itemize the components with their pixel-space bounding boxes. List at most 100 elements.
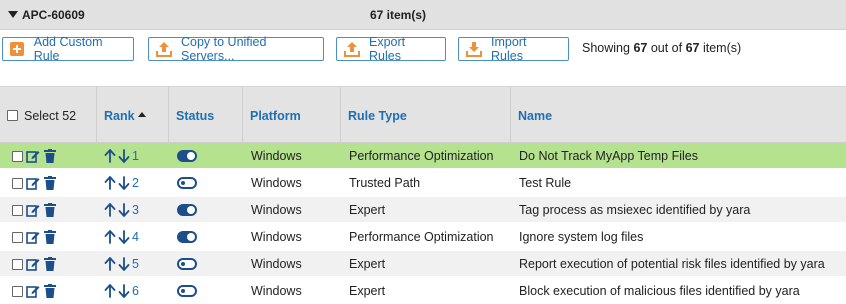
rank-number: 5 — [132, 257, 139, 271]
column-header-rank[interactable]: Rank — [97, 87, 169, 144]
delete-icon[interactable] — [43, 230, 57, 244]
table-row[interactable]: 6 Windows Expert Block execution of malicio… — [0, 278, 846, 304]
row-checkbox[interactable] — [12, 177, 23, 189]
copy-to-unified-servers-label: Copy to Unified Servers... — [181, 35, 267, 63]
edit-icon[interactable] — [26, 257, 40, 271]
edit-icon[interactable] — [26, 149, 40, 163]
row-checkbox[interactable] — [12, 258, 23, 270]
move-up-icon[interactable] — [103, 256, 117, 272]
move-up-icon[interactable] — [103, 283, 117, 299]
platform-cell: Windows — [251, 149, 302, 163]
edit-icon[interactable] — [26, 230, 40, 244]
copy-to-unified-servers-button[interactable]: Copy to Unified Servers... — [148, 35, 324, 63]
add-custom-rule-label: Add Custom Rule — [33, 35, 103, 63]
status-toggle[interactable] — [177, 231, 197, 243]
rule-name-cell: Block execution of malicious files ident… — [519, 284, 800, 298]
rule-type-cell: Performance Optimization — [349, 149, 494, 163]
delete-icon[interactable] — [43, 176, 57, 190]
rank-header-label: Rank — [104, 108, 135, 123]
status-toggle[interactable] — [177, 285, 197, 297]
rule-type-header-label: Rule Type — [348, 108, 407, 123]
table-row[interactable]: 5 Windows Expert Report execution of potent… — [0, 251, 846, 277]
rule-type-cell: Performance Optimization — [349, 230, 494, 244]
rule-type-cell: Expert — [349, 203, 386, 217]
move-down-icon[interactable] — [117, 283, 131, 299]
move-down-icon[interactable] — [117, 229, 131, 245]
row-actions — [12, 278, 57, 304]
group-header[interactable]: APC-60609 67 item(s) — [0, 0, 846, 30]
column-header-platform[interactable]: Platform — [243, 87, 341, 144]
rank-cell: 1 — [103, 143, 139, 169]
collapse-caret-icon[interactable] — [8, 11, 18, 18]
row-actions — [12, 224, 57, 250]
showing-suffix: item(s) — [699, 41, 742, 55]
status-toggle[interactable] — [177, 258, 197, 270]
status-toggle[interactable] — [177, 150, 197, 162]
edit-icon[interactable] — [26, 284, 40, 298]
row-actions — [12, 143, 57, 169]
group-name: APC-60609 — [22, 8, 85, 22]
row-actions — [12, 170, 57, 196]
edit-icon[interactable] — [26, 203, 40, 217]
rule-name-cell: Ignore system log files — [519, 230, 644, 244]
status-cell — [177, 251, 197, 277]
column-header-rule-type[interactable]: Rule Type — [341, 87, 511, 144]
rule-type-cell: Expert — [349, 257, 386, 271]
status-toggle[interactable] — [177, 177, 197, 189]
export-icon — [343, 40, 361, 58]
table-row[interactable]: 2 Windows Trusted Path Test Rule — [0, 170, 846, 196]
rank-number: 2 — [132, 176, 139, 190]
table-header: Select 52 Rank Status Platform Rule Type… — [0, 86, 846, 144]
select-all-label: Select 52 — [24, 108, 77, 123]
delete-icon[interactable] — [43, 149, 57, 163]
name-header-label: Name — [518, 108, 553, 123]
showing-prefix: Showing — [582, 41, 634, 55]
status-cell — [177, 197, 197, 223]
status-cell — [177, 143, 197, 169]
move-up-icon[interactable] — [103, 229, 117, 245]
move-down-icon[interactable] — [117, 148, 131, 164]
rank-cell: 6 — [103, 278, 139, 304]
column-header-status[interactable]: Status — [169, 87, 243, 144]
column-header-name[interactable]: Name — [511, 87, 846, 144]
rule-name-cell: Tag process as msiexec identified by yar… — [519, 203, 751, 217]
export-rules-button[interactable]: Export Rules — [336, 35, 446, 63]
upload-icon — [155, 40, 173, 58]
showing-mid: out of — [647, 41, 686, 55]
rule-name-cell: Report execution of potential risk files… — [519, 257, 825, 271]
delete-icon[interactable] — [43, 257, 57, 271]
rule-name-cell: Test Rule — [519, 176, 572, 190]
import-rules-button[interactable]: Import Rules — [458, 35, 569, 63]
table-row[interactable]: 1 Windows Performance Optimization Do Not T… — [0, 143, 846, 169]
showing-total: 67 — [685, 41, 700, 55]
move-down-icon[interactable] — [117, 175, 131, 191]
row-checkbox[interactable] — [12, 204, 23, 216]
rank-cell: 3 — [103, 197, 139, 223]
add-custom-rule-button[interactable]: Add Custom Rule — [2, 35, 134, 63]
move-down-icon[interactable] — [117, 202, 131, 218]
move-down-icon[interactable] — [117, 256, 131, 272]
row-checkbox[interactable] — [12, 231, 23, 243]
platform-header-label: Platform — [250, 108, 301, 123]
edit-icon[interactable] — [26, 176, 40, 190]
move-up-icon[interactable] — [103, 148, 117, 164]
sort-ascending-icon — [137, 112, 146, 117]
row-checkbox[interactable] — [12, 285, 23, 297]
platform-cell: Windows — [251, 257, 302, 271]
delete-icon[interactable] — [43, 203, 57, 217]
rank-number: 1 — [132, 149, 139, 163]
row-checkbox[interactable] — [12, 150, 23, 162]
move-up-icon[interactable] — [103, 202, 117, 218]
table-row[interactable]: 4 Windows Performance Optimization Ignore s… — [0, 224, 846, 250]
status-toggle[interactable] — [177, 204, 197, 216]
rank-number: 3 — [132, 203, 139, 217]
select-all-checkbox[interactable] — [7, 110, 18, 121]
import-rules-label: Import Rules — [491, 35, 527, 63]
select-all-column[interactable]: Select 52 — [0, 87, 97, 144]
table-row[interactable]: 3 Windows Expert Tag process as msiexec ide… — [0, 197, 846, 223]
rank-cell: 4 — [103, 224, 139, 250]
rank-cell: 2 — [103, 170, 139, 196]
move-up-icon[interactable] — [103, 175, 117, 191]
delete-icon[interactable] — [43, 284, 57, 298]
status-cell — [177, 170, 197, 196]
